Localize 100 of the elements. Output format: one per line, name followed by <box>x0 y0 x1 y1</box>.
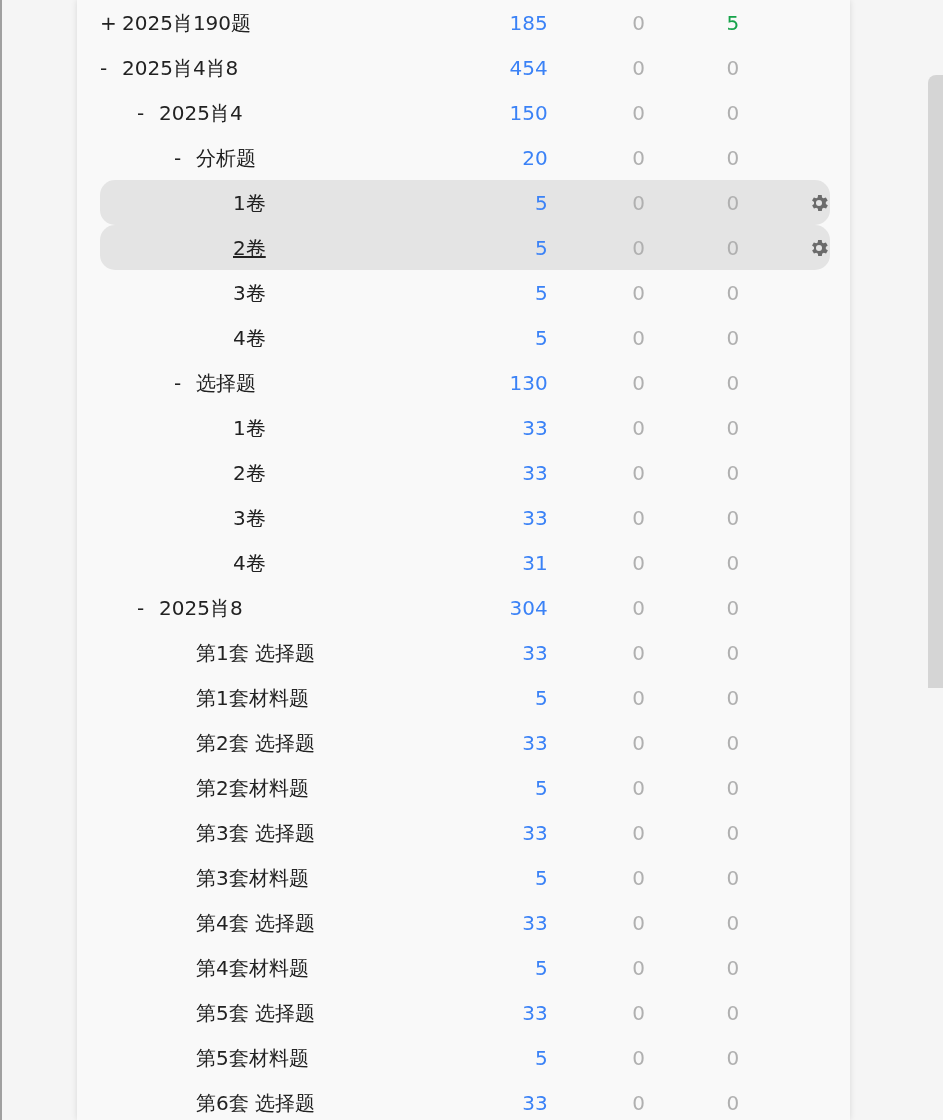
total-count: 304 <box>508 594 548 622</box>
count-value: 0 <box>725 459 741 487</box>
count-value: 0 <box>725 369 741 397</box>
total-count: 33 <box>521 639 548 667</box>
count-value: 0 <box>631 324 647 352</box>
tree-item-label[interactable]: 第2套材料题 <box>196 772 309 803</box>
total-count: 5 <box>533 189 548 217</box>
count-value: 0 <box>725 909 741 937</box>
count-value: 0 <box>725 729 741 757</box>
count-value: 0 <box>631 729 647 757</box>
tree-item-label[interactable]: 第5套 选择题 <box>196 997 316 1028</box>
count-value: 0 <box>725 99 741 127</box>
count-value: 5 <box>725 9 741 37</box>
total-count: 31 <box>521 549 548 577</box>
tree-item-label[interactable]: 2025肖8 <box>159 592 243 623</box>
total-count: 33 <box>521 504 548 532</box>
count-value: 0 <box>631 549 647 577</box>
tree-item-label[interactable]: 1卷 <box>233 187 266 218</box>
total-count: 5 <box>533 324 548 352</box>
count-value: 0 <box>631 639 647 667</box>
count-value: 0 <box>631 279 647 307</box>
count-value: 0 <box>631 1044 647 1072</box>
total-count: 454 <box>508 54 548 82</box>
tree-item-label[interactable]: 1卷 <box>233 412 266 443</box>
count-value: 0 <box>725 684 741 712</box>
count-value: 0 <box>631 144 647 172</box>
count-value: 0 <box>631 864 647 892</box>
tree-item-label[interactable]: 3卷 <box>233 277 266 308</box>
total-count: 20 <box>521 144 548 172</box>
count-value: 0 <box>631 774 647 802</box>
tree-item-label[interactable]: 4卷 <box>233 547 266 578</box>
count-value: 0 <box>631 9 647 37</box>
count-value: 0 <box>725 819 741 847</box>
expand-toggle[interactable]: - <box>137 97 159 128</box>
total-count: 185 <box>508 9 548 37</box>
count-value: 0 <box>725 279 741 307</box>
tree-item-label[interactable]: 2卷 <box>233 457 266 488</box>
tree-item-label[interactable]: 第4套 选择题 <box>196 907 316 938</box>
tree-item-label[interactable]: 2025肖190题 <box>122 7 252 38</box>
count-value: 0 <box>725 414 741 442</box>
total-count: 5 <box>533 864 548 892</box>
count-value: 0 <box>631 954 647 982</box>
tree-item-label[interactable]: 2025肖4肖8 <box>122 52 239 83</box>
tree-item-label[interactable]: 第4套材料题 <box>196 952 309 983</box>
total-count: 33 <box>521 819 548 847</box>
count-value: 0 <box>725 1089 741 1117</box>
count-value: 0 <box>631 819 647 847</box>
count-value: 0 <box>631 684 647 712</box>
tree-item-label[interactable]: 分析题 <box>196 142 256 173</box>
total-count: 33 <box>521 459 548 487</box>
count-value: 0 <box>631 909 647 937</box>
tree-item-label[interactable]: 3卷 <box>233 502 266 533</box>
tree-item-label[interactable]: 第3套 选择题 <box>196 817 316 848</box>
total-count: 5 <box>533 954 548 982</box>
expand-toggle[interactable]: - <box>100 52 122 83</box>
count-value: 0 <box>725 54 741 82</box>
count-value: 0 <box>725 144 741 172</box>
count-value: 0 <box>631 999 647 1027</box>
count-value: 0 <box>725 999 741 1027</box>
count-value: 0 <box>725 954 741 982</box>
total-count: 33 <box>521 414 548 442</box>
expand-toggle[interactable]: + <box>100 7 122 38</box>
total-count: 33 <box>521 999 548 1027</box>
count-value: 0 <box>631 369 647 397</box>
tree-item-label[interactable]: 第6套 选择题 <box>196 1087 316 1118</box>
tree-item-label[interactable]: 第1套材料题 <box>196 682 309 713</box>
total-count: 5 <box>533 684 548 712</box>
tree-item-label[interactable]: 2卷 <box>233 232 266 263</box>
count-value: 0 <box>725 1044 741 1072</box>
total-count: 33 <box>521 1089 548 1117</box>
expand-toggle[interactable]: - <box>174 142 196 173</box>
tree-item-label[interactable]: 第1套 选择题 <box>196 637 316 668</box>
tree-item-label[interactable]: 第2套 选择题 <box>196 727 316 758</box>
count-value: 0 <box>631 54 647 82</box>
total-count: 33 <box>521 909 548 937</box>
expand-toggle[interactable]: - <box>137 592 159 623</box>
count-value: 0 <box>725 774 741 802</box>
count-value: 0 <box>631 504 647 532</box>
count-value: 0 <box>631 414 647 442</box>
count-value: 0 <box>631 459 647 487</box>
total-count: 5 <box>533 774 548 802</box>
total-count: 150 <box>508 99 548 127</box>
total-count: 130 <box>508 369 548 397</box>
total-count: 5 <box>533 279 548 307</box>
count-value: 0 <box>631 1089 647 1117</box>
tree-item-label[interactable]: 4卷 <box>233 322 266 353</box>
tree-item-label[interactable]: 2025肖4 <box>159 97 243 128</box>
scrollbar-thumb[interactable] <box>928 75 943 688</box>
count-value: 0 <box>725 864 741 892</box>
tree-item-label[interactable]: 选择题 <box>196 367 256 398</box>
expand-toggle[interactable]: - <box>174 367 196 398</box>
tree-item-label[interactable]: 第5套材料题 <box>196 1042 309 1073</box>
tree-item-label[interactable]: 第3套材料题 <box>196 862 309 893</box>
count-value: 0 <box>631 594 647 622</box>
total-count: 5 <box>533 234 548 262</box>
total-count: 5 <box>533 1044 548 1072</box>
count-value: 0 <box>725 324 741 352</box>
count-value: 0 <box>725 594 741 622</box>
count-value: 0 <box>725 504 741 532</box>
count-value: 0 <box>725 549 741 577</box>
